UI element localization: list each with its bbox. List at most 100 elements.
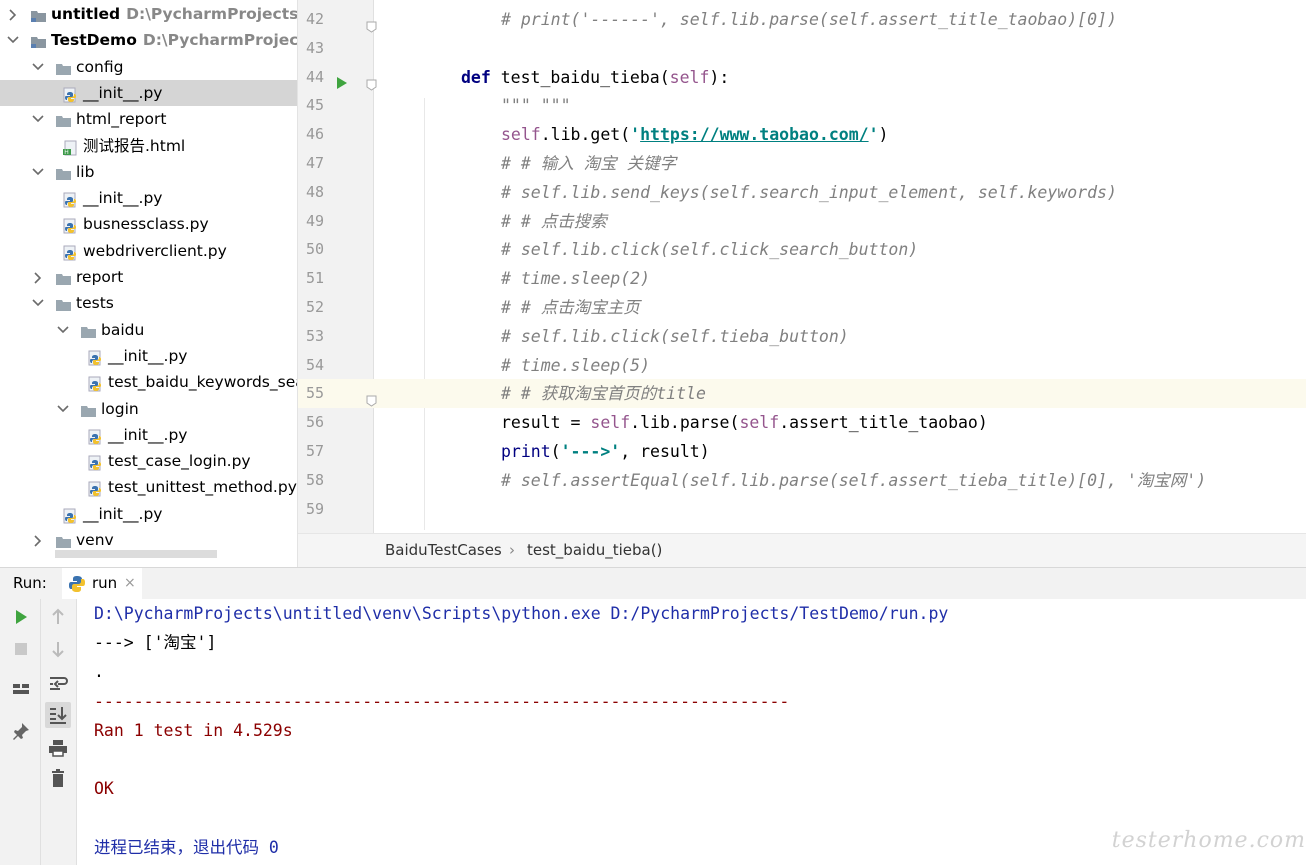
code-line[interactable]: 48 # self.lib.send_keys(self.search_input… xyxy=(298,178,1306,207)
code-line[interactable]: 45 """ """ xyxy=(298,91,1306,120)
tree-row[interactable]: __init__.py xyxy=(0,422,297,448)
tree-row[interactable]: test_case_login.py xyxy=(0,448,297,474)
tree-row-label: lib xyxy=(76,159,94,185)
rerun-button[interactable] xyxy=(8,604,34,630)
fold-marker-icon[interactable] xyxy=(366,387,377,407)
chevron-down-icon[interactable] xyxy=(56,396,70,422)
watermark: testerhome.com xyxy=(1111,828,1306,853)
module-folder-icon xyxy=(30,32,47,49)
code-line[interactable]: 55 # # 获取淘宝首页的title xyxy=(298,379,1306,409)
tree-row[interactable]: __init__.py xyxy=(0,79,297,106)
tree-row[interactable]: report xyxy=(0,264,297,290)
scroll-up-button[interactable] xyxy=(45,604,71,630)
code-text: # self.lib.send_keys(self.search_input_e… xyxy=(501,178,1117,207)
close-icon[interactable]: × xyxy=(124,568,136,599)
code-line[interactable]: 53 # self.lib.click(self.tieba_button) xyxy=(298,322,1306,351)
code-line[interactable]: 54 # time.sleep(5) xyxy=(298,351,1306,380)
fold-marker-icon[interactable] xyxy=(366,71,377,91)
breadcrumb-class[interactable]: BaiduTestCases xyxy=(385,534,502,567)
chevron-down-icon[interactable] xyxy=(31,290,45,316)
module-folder-icon xyxy=(30,6,47,22)
code-token: ): xyxy=(709,67,730,87)
code-editor[interactable]: 42 # print('------', self.lib.parse(self.… xyxy=(298,0,1306,533)
chevron-down-icon[interactable] xyxy=(31,54,45,80)
tree-row[interactable]: __init__.py xyxy=(0,185,297,211)
tree-row[interactable]: test_unittest_method.py xyxy=(0,474,297,500)
pin-button[interactable] xyxy=(8,718,34,744)
tree-row[interactable]: H 测试报告.html xyxy=(0,133,297,159)
fold-marker-icon[interactable] xyxy=(366,13,377,33)
tree-item-path: D:\PycharmProjects\untitled xyxy=(126,5,297,23)
tree-row[interactable]: tests xyxy=(0,290,297,316)
code-token: # self.lib.click(self.click_search_butto… xyxy=(501,240,919,260)
folder-icon xyxy=(55,164,72,180)
code-token: .lib.parse( xyxy=(630,413,740,433)
line-number: 52 xyxy=(305,298,324,316)
code-line[interactable]: 47 # # 输入 淘宝 关键字 xyxy=(298,149,1306,178)
python-icon xyxy=(69,576,85,592)
chevron-right-icon[interactable] xyxy=(31,264,45,290)
chevron-down-icon[interactable] xyxy=(31,159,45,185)
code-text: # # 获取淘宝首页的title xyxy=(501,379,706,408)
chevron-right-icon[interactable] xyxy=(6,1,20,27)
run-panel-title: Run: xyxy=(13,574,47,592)
tree-row[interactable]: login xyxy=(0,396,297,422)
chevron-right-icon[interactable] xyxy=(31,527,45,553)
tree-row[interactable]: busnessclass.py xyxy=(0,211,297,237)
code-line[interactable]: 43 xyxy=(298,34,1306,63)
run-tab[interactable]: run × xyxy=(62,568,142,599)
layout-button[interactable] xyxy=(8,676,34,702)
stop-button[interactable] xyxy=(8,636,34,662)
tree-item-name: TestDemo xyxy=(51,31,137,50)
code-text: # # 点击搜索 xyxy=(501,207,607,236)
code-token: # # 输入 淘宝 关键字 xyxy=(501,154,677,173)
tree-row-label: tests xyxy=(76,290,114,316)
clear-all-button[interactable] xyxy=(45,766,71,792)
scroll-down-button[interactable] xyxy=(45,636,71,662)
tree-item-name: __init__.py xyxy=(108,425,188,444)
print-button[interactable] xyxy=(45,735,71,761)
line-number: 56 xyxy=(305,413,324,432)
chevron-down-icon[interactable] xyxy=(31,106,45,132)
console-output[interactable]: D:\PycharmProjects\untitled\venv\Scripts… xyxy=(77,599,1306,865)
code-token: # self.lib.send_keys(self.search_input_e… xyxy=(501,182,1117,202)
line-number: 55 xyxy=(305,384,324,403)
scroll-to-end-button[interactable] xyxy=(45,702,71,728)
tree-row[interactable]: config xyxy=(0,54,297,80)
code-line[interactable]: 49 # # 点击搜索 xyxy=(298,207,1306,236)
breadcrumb-method[interactable]: test_baidu_tieba() xyxy=(527,534,662,567)
folder-icon xyxy=(55,532,72,548)
code-line[interactable]: 50 # self.lib.click(self.click_search_but… xyxy=(298,235,1306,264)
tree-row[interactable]: __init__.py xyxy=(0,343,297,369)
line-number: 53 xyxy=(305,326,324,345)
tree-row[interactable]: __init__.py xyxy=(0,501,297,527)
code-token: # time.sleep(5) xyxy=(501,355,651,375)
code-line[interactable]: 56 result = self.lib.parse(self.assert_ti… xyxy=(298,408,1306,437)
chevron-down-icon[interactable] xyxy=(6,27,20,53)
tree-row[interactable]: baidu xyxy=(0,317,297,343)
tree-row[interactable]: lib xyxy=(0,159,297,185)
soft-wrap-button[interactable] xyxy=(45,670,71,696)
tree-horizontal-scrollbar[interactable] xyxy=(55,550,217,558)
code-line[interactable]: 52 # # 点击淘宝主页 xyxy=(298,293,1306,322)
code-line[interactable]: 44 def test_baidu_tieba(self): xyxy=(298,63,1306,92)
chevron-down-icon[interactable] xyxy=(56,317,70,343)
code-line[interactable]: 46 self.lib.get('https://www.taobao.com/'… xyxy=(298,120,1306,149)
tree-item-path: D:\PycharmProjects\TestDemo xyxy=(142,31,297,50)
code-token: ) xyxy=(878,125,889,145)
tree-row[interactable]: html_report xyxy=(0,106,297,132)
code-line[interactable]: 57 print('--->', result) xyxy=(298,437,1306,466)
code-line[interactable]: 42 # print('------', self.lib.parse(self.… xyxy=(298,5,1306,34)
folder-icon xyxy=(80,322,97,338)
code-line[interactable]: 58 # self.assertEqual(self.lib.parse(self… xyxy=(298,466,1306,495)
tree-row[interactable]: test_baidu_keywords_search.py xyxy=(0,369,297,395)
code-line[interactable]: 51 # time.sleep(2) xyxy=(298,264,1306,293)
code-token: # # 点击搜索 xyxy=(501,211,607,231)
line-number: 44 xyxy=(305,67,324,86)
code-line[interactable]: 59 xyxy=(298,495,1306,524)
tree-row[interactable]: webdriverclient.py xyxy=(0,238,297,264)
tree-row[interactable]: untitled D:\PycharmProjects\untitled xyxy=(0,1,297,27)
python-file-icon xyxy=(87,479,104,497)
tree-row[interactable]: TestDemo D:\PycharmProjects\TestDemo xyxy=(0,27,297,53)
code-text: # print('------', self.lib.parse(self.as… xyxy=(501,5,1117,34)
